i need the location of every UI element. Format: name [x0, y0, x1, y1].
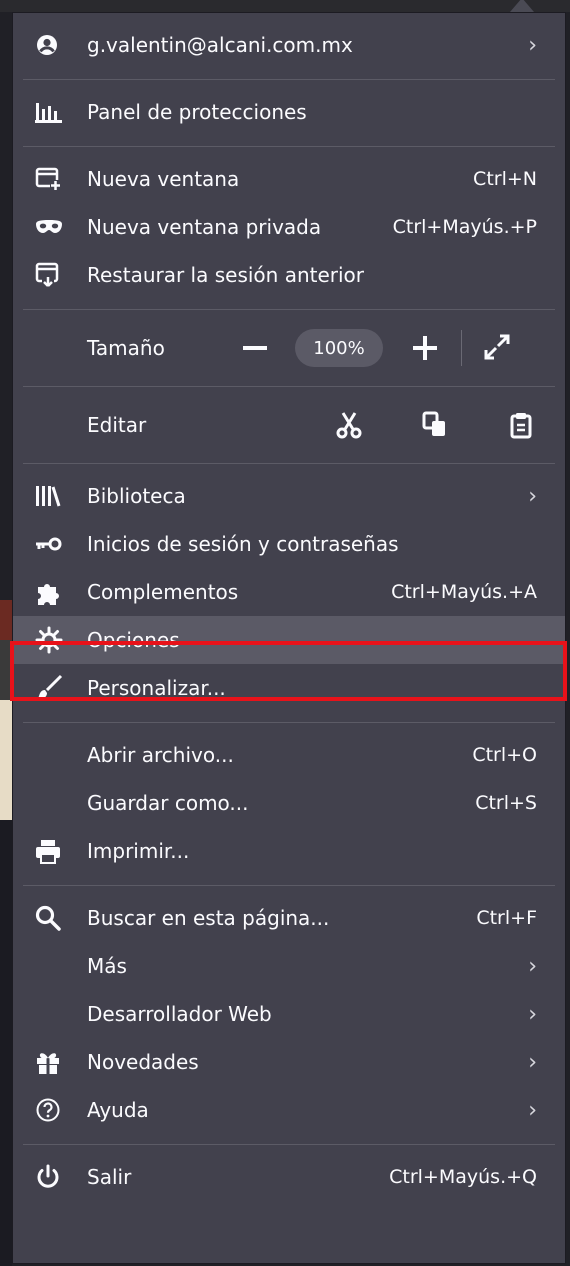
edit-controls: Editar [13, 387, 565, 463]
library-item[interactable]: Biblioteca › [13, 472, 565, 520]
background-page [0, 820, 12, 1266]
bar-chart-icon [35, 98, 71, 126]
find-in-page-shortcut: Ctrl+F [476, 907, 537, 929]
more-item[interactable]: Más › [13, 942, 565, 990]
key-icon [35, 530, 71, 558]
private-mask-icon [35, 213, 71, 241]
zoom-label: Tamaño [87, 336, 165, 360]
print-label: Imprimir... [87, 839, 190, 863]
protections-label: Panel de protecciones [87, 100, 307, 124]
puzzle-piece-icon [35, 578, 71, 606]
library-icon [35, 482, 71, 510]
zoom-out-button[interactable] [239, 332, 271, 364]
options-item[interactable]: Opciones [13, 616, 565, 664]
screen: g.valentin@alcani.com.mx › Panel de prot… [0, 0, 570, 1266]
account-item[interactable]: g.valentin@alcani.com.mx › [13, 21, 565, 69]
whats-new-item[interactable]: Novedades › [13, 1038, 565, 1086]
web-developer-item[interactable]: Desarrollador Web › [13, 990, 565, 1038]
account-email: g.valentin@alcani.com.mx [87, 33, 353, 57]
customize-item[interactable]: Personalizar... [13, 664, 565, 712]
web-developer-label: Desarrollador Web [87, 1002, 272, 1026]
options-label: Opciones [87, 628, 180, 652]
customize-label: Personalizar... [87, 676, 226, 700]
new-window-shortcut: Ctrl+N [473, 168, 537, 190]
app-menu-panel: g.valentin@alcani.com.mx › Panel de prot… [12, 12, 566, 1264]
quit-shortcut: Ctrl+Mayús.+Q [389, 1166, 537, 1188]
addons-shortcut: Ctrl+Mayús.+A [391, 581, 537, 603]
open-file-item[interactable]: Abrir archivo... Ctrl+O [13, 731, 565, 779]
whats-new-label: Novedades [87, 1050, 199, 1074]
fullscreen-icon [484, 334, 510, 360]
power-icon [35, 1163, 71, 1191]
zoom-reset-button[interactable]: 100% [295, 329, 383, 367]
paste-button[interactable] [505, 409, 537, 441]
background-page [0, 700, 12, 820]
zoom-in-button[interactable] [409, 332, 441, 364]
protections-dashboard-item[interactable]: Panel de protecciones [13, 88, 565, 136]
library-label: Biblioteca [87, 484, 186, 508]
separator [461, 330, 462, 366]
fullscreen-button[interactable] [482, 332, 514, 364]
new-window-item[interactable]: Nueva ventana Ctrl+N [13, 155, 565, 203]
edit-label: Editar [87, 413, 147, 437]
paintbrush-icon [35, 674, 71, 702]
chevron-right-icon: › [528, 1001, 537, 1027]
zoom-controls: Tamaño 100% [13, 310, 565, 386]
addons-label: Complementos [87, 580, 239, 604]
help-icon [35, 1096, 71, 1124]
account-icon [35, 31, 71, 59]
find-in-page-label: Buscar en esta página... [87, 906, 330, 930]
quit-item[interactable]: Salir Ctrl+Mayús.+Q [13, 1153, 565, 1201]
menu-arrow [500, 0, 540, 12]
restore-session-icon [35, 261, 71, 289]
open-file-label: Abrir archivo... [87, 743, 234, 767]
open-file-shortcut: Ctrl+O [472, 744, 537, 766]
chevron-right-icon: › [528, 1097, 537, 1123]
save-as-shortcut: Ctrl+S [475, 792, 537, 814]
new-window-icon [35, 165, 71, 193]
cut-button[interactable] [333, 409, 365, 441]
copy-button[interactable] [419, 409, 451, 441]
scissors-icon [336, 412, 362, 439]
save-as-label: Guardar como... [87, 791, 249, 815]
new-private-window-label: Nueva ventana privada [87, 215, 322, 239]
clipboard-icon [510, 413, 532, 439]
background-page [0, 640, 12, 700]
chevron-right-icon: › [528, 32, 537, 58]
more-label: Más [87, 954, 127, 978]
print-item[interactable]: Imprimir... [13, 827, 565, 875]
save-as-item[interactable]: Guardar como... Ctrl+S [13, 779, 565, 827]
logins-label: Inicios de sesión y contraseñas [87, 532, 399, 556]
browser-toolbar [0, 0, 570, 12]
new-private-window-shortcut: Ctrl+Mayús.+P [392, 216, 537, 238]
find-in-page-item[interactable]: Buscar en esta página... Ctrl+F [13, 894, 565, 942]
quit-label: Salir [87, 1165, 132, 1189]
restore-session-item[interactable]: Restaurar la sesión anterior [13, 251, 565, 299]
copy-icon [422, 411, 445, 436]
search-icon [35, 904, 71, 932]
chevron-right-icon: › [528, 953, 537, 979]
printer-icon [35, 837, 71, 865]
restore-session-label: Restaurar la sesión anterior [87, 263, 365, 287]
gift-icon [35, 1048, 71, 1076]
new-window-label: Nueva ventana [87, 167, 240, 191]
help-item[interactable]: Ayuda › [13, 1086, 565, 1134]
addons-item[interactable]: Complementos Ctrl+Mayús.+A [13, 568, 565, 616]
new-private-window-item[interactable]: Nueva ventana privada Ctrl+Mayús.+P [13, 203, 565, 251]
gear-icon [35, 626, 71, 654]
help-label: Ayuda [87, 1098, 149, 1122]
chevron-right-icon: › [528, 483, 537, 509]
logins-item[interactable]: Inicios de sesión y contraseñas [13, 520, 565, 568]
chevron-right-icon: › [528, 1049, 537, 1075]
background-page [0, 600, 12, 640]
